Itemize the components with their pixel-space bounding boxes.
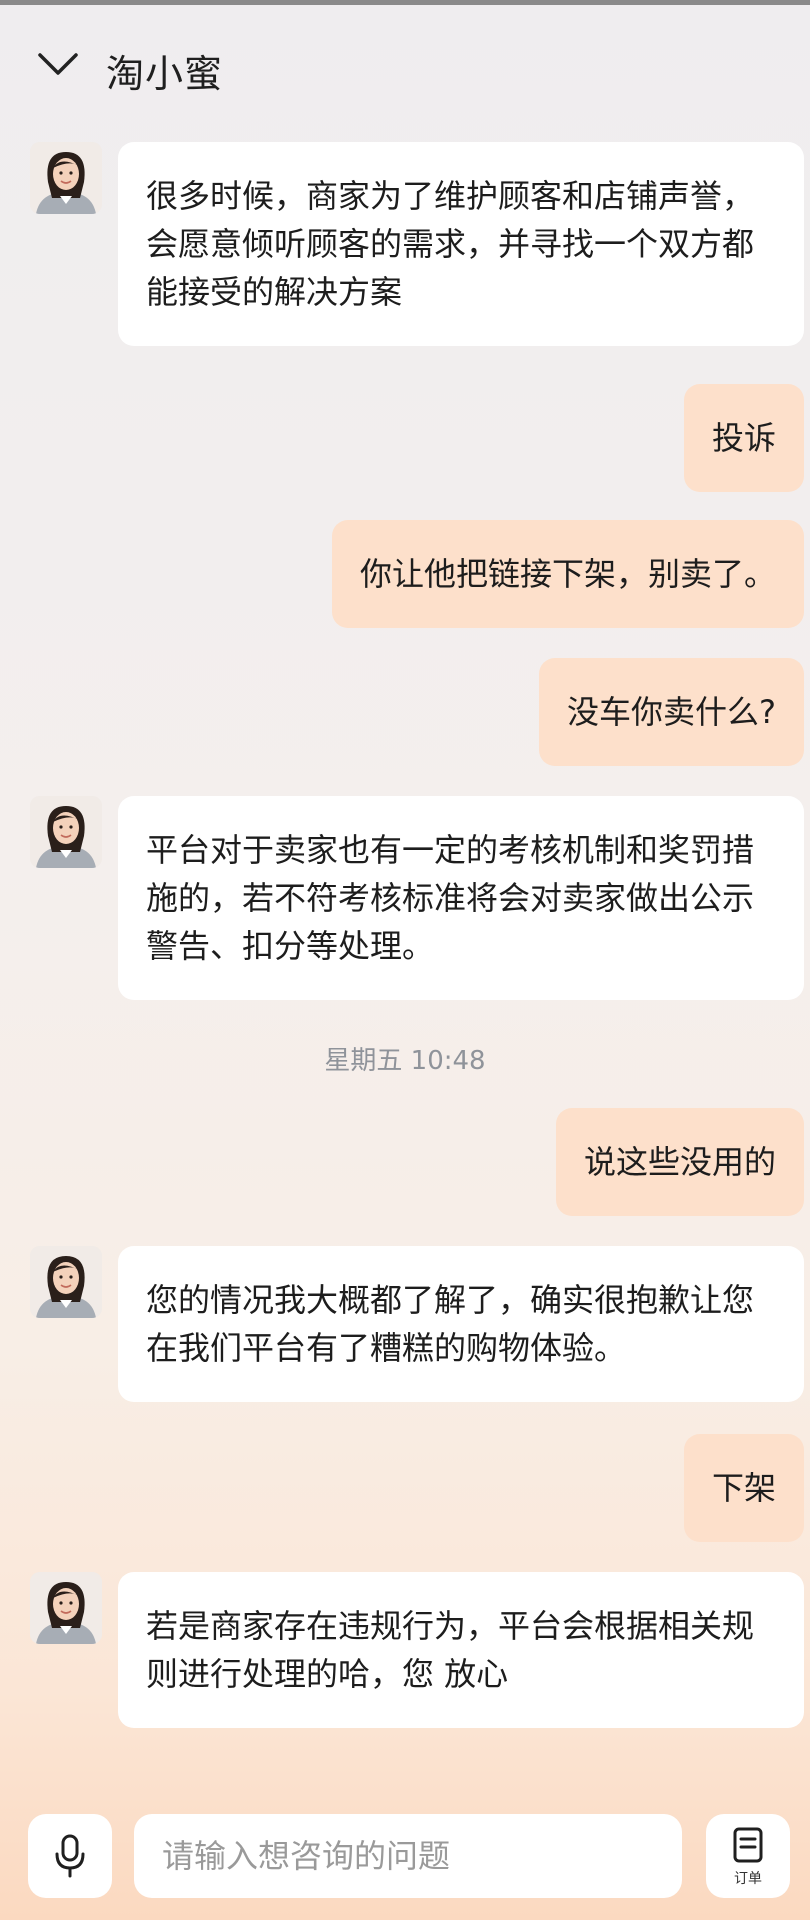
bot-message-bubble: 平台对于卖家也有一定的考核机制和奖罚措施的，若不符考核标准将会对卖家做出公示警告… [118,796,804,1000]
bot-message-bubble: 若是商家存在违规行为，平台会根据相关规则进行处理的哈，您 放心 [118,1572,804,1728]
message-timestamp: 星期五 10:48 [324,1046,486,1076]
user-message-bubble: 没车你卖什么? [539,658,804,766]
bot-message-bubble: 您的情况我大概都了解了，确实很抱歉让您在我们平台有了糟糕的购物体验。 [118,1246,804,1402]
order-button-label: 订单 [734,1871,762,1887]
user-message-bubble: 你让他把链接下架，别卖了。 [331,520,804,628]
agent-avatar[interactable] [30,1246,102,1318]
bot-message-bubble: 很多时候，商家为了维护顾客和店铺声誉，会愿意倾听顾客的需求，并寻找一个双方都能接… [118,142,804,346]
agent-avatar[interactable] [30,142,102,214]
order-list-icon [733,1827,763,1863]
user-message-bubble: 投诉 [683,384,804,492]
voice-input-button[interactable] [28,1814,112,1898]
message-input[interactable] [134,1814,682,1898]
order-button[interactable]: 订单 [706,1814,790,1898]
agent-avatar[interactable] [30,1572,102,1644]
input-bar: 订单 [0,1800,810,1920]
user-message-bubble: 下架 [683,1434,804,1542]
microphone-icon [55,1834,85,1878]
agent-avatar[interactable] [30,796,102,868]
chat-header: 淘小蜜 [0,5,810,123]
page-title: 淘小蜜 [106,52,224,96]
user-message-bubble: 说这些没用的 [555,1108,804,1216]
chevron-down-icon[interactable] [36,49,80,79]
